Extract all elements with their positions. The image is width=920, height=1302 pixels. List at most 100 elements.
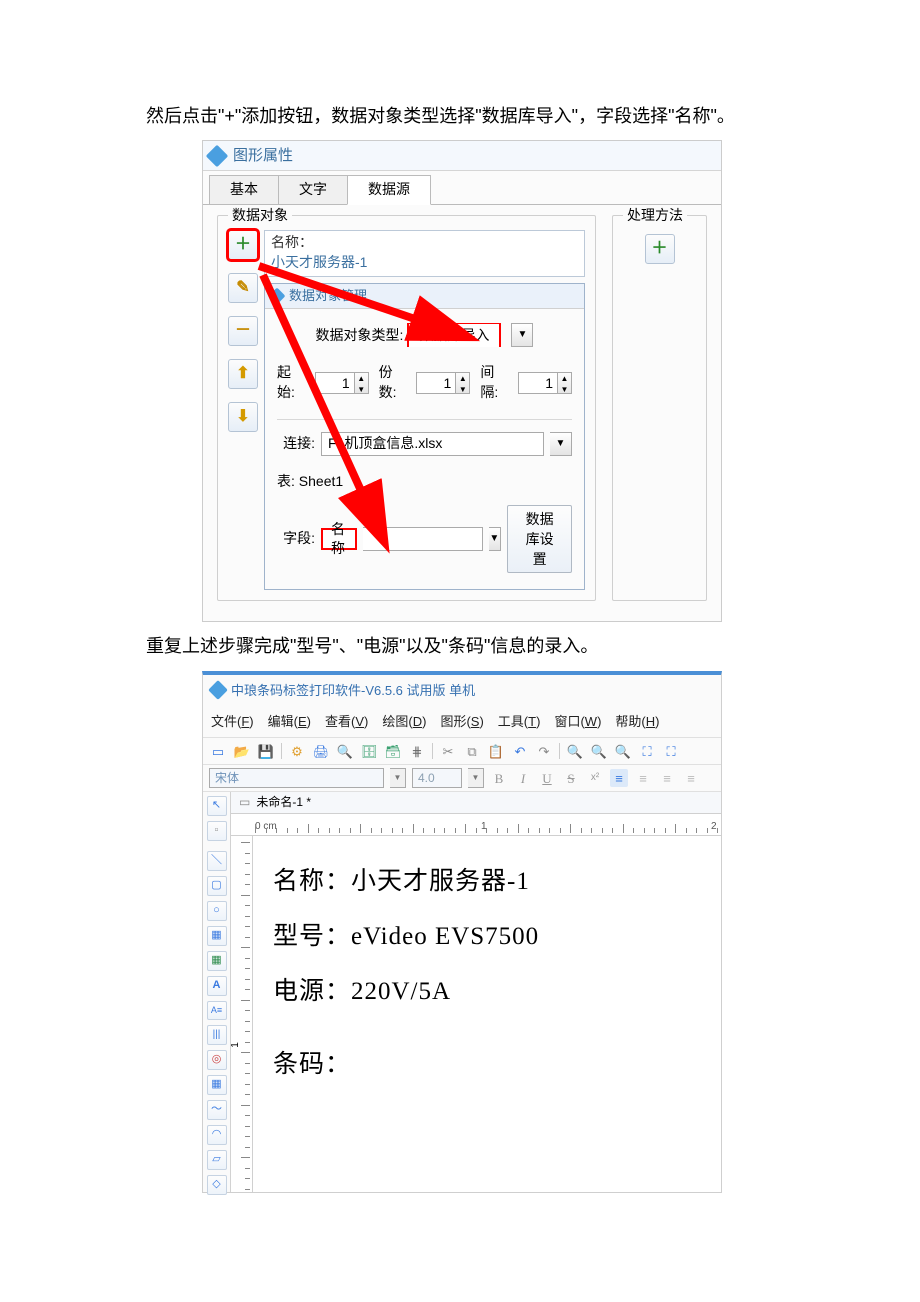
richtext-tool-icon[interactable]: A≡ <box>207 1001 227 1019</box>
bold-icon[interactable]: B <box>490 769 508 787</box>
menu-view[interactable]: 查看(V) <box>325 710 368 733</box>
edit-button[interactable]: ✎ <box>228 273 258 303</box>
process-add-button[interactable]: ＋ <box>645 234 675 264</box>
graphic-properties-dialog: 图形属性 基本 文字 数据源 数据对象 ＋ ✎ － ⬆ ⬇ 名称： 小天才服务器… <box>202 140 722 622</box>
menu-tool[interactable]: 工具(T) <box>498 710 541 733</box>
tab-datasource[interactable]: 数据源 <box>347 175 431 205</box>
align-center-icon[interactable]: ≡ <box>634 769 652 787</box>
align-left-icon[interactable]: ≡ <box>610 769 628 787</box>
superscript-icon[interactable]: x² <box>586 769 604 787</box>
canvas-text-name: 名称：小天才服务器-1 <box>273 854 701 909</box>
polygon-tool-icon[interactable]: ▱ <box>207 1150 227 1170</box>
paste-icon[interactable]: 📋 <box>487 742 505 760</box>
align-justify-icon[interactable]: ≡ <box>682 769 700 787</box>
move-up-button[interactable]: ⬆ <box>228 359 258 389</box>
underline-icon[interactable]: U <box>538 769 556 787</box>
field-dropdown-value[interactable]: 名称 <box>321 528 357 550</box>
save-icon[interactable]: 💾 <box>257 742 275 760</box>
interval-spinner[interactable]: ▲▼ <box>518 372 572 394</box>
copies-spinner[interactable]: ▲▼ <box>416 372 470 394</box>
connection-input[interactable]: F:\机顶盒信息.xlsx <box>321 432 544 456</box>
menubar: 文件(F) 编辑(E) 查看(V) 绘图(D) 图形(S) 工具(T) 窗口(W… <box>203 706 721 737</box>
tool-palette: ↖ ▫ ＼ ▢ ○ ▦ ▦ A A≡ ||| ◎ ▦ 〜 ◠ ▱ ◇ <box>203 792 231 1192</box>
menu-help[interactable]: 帮助(H) <box>615 710 659 733</box>
print-icon[interactable]: 🖨 <box>312 742 330 760</box>
delete-button[interactable]: － <box>228 316 258 346</box>
database-icon[interactable]: 🗄 <box>360 742 378 760</box>
curve-tool-icon[interactable]: 〜 <box>207 1100 227 1120</box>
barcode-tool-icon[interactable]: ||| <box>207 1025 227 1045</box>
star-tool-icon[interactable]: ◇ <box>207 1175 227 1195</box>
toolbar-font: 宋体 ▼ 4.0 ▼ B I U S x² ≡ ≡ ≡ ≡ <box>203 765 721 792</box>
name-value: 小天才服务器-1 <box>271 253 578 273</box>
type-dropdown-arrow[interactable]: ▼ <box>511 323 533 347</box>
connection-label: 连接: <box>277 434 315 454</box>
type-label: 数据对象类型: <box>316 326 404 346</box>
menu-edit[interactable]: 编辑(E) <box>268 710 311 733</box>
connection-dropdown-arrow[interactable]: ▼ <box>550 432 572 456</box>
cut-icon[interactable]: ✂ <box>439 742 457 760</box>
interval-label: 间隔: <box>480 363 508 402</box>
new-icon[interactable]: ▭ <box>209 742 227 760</box>
canvas-text-power: 电源：220V/5A <box>273 964 701 1019</box>
font-size-input[interactable]: 4.0 <box>412 768 462 788</box>
undo-icon[interactable]: ↶ <box>511 742 529 760</box>
db-settings-button[interactable]: 数据库设置 <box>507 505 572 573</box>
page-tool-icon[interactable]: ▫ <box>207 821 227 841</box>
picture-tool-icon[interactable]: ▦ <box>207 951 227 971</box>
field-dropdown-arrow[interactable]: ▼ <box>489 527 502 551</box>
add-button[interactable]: ＋ <box>228 230 258 260</box>
dialog-title: 图形属性 <box>233 145 293 166</box>
roundrect-tool-icon[interactable]: ▢ <box>207 876 227 896</box>
grid-icon[interactable]: ⋕ <box>408 742 426 760</box>
toolbar-main: ▭ 📂 💾 ⚙ 🖨 🔍 🗄 🗃 ⋕ ✂ ⧉ 📋 ↶ ↷ 🔍 🔍 🔍 ⛶ ⛶ <box>203 737 721 765</box>
fullscreen-icon[interactable]: ⛶ <box>638 742 656 760</box>
copy-icon[interactable]: ⧉ <box>463 742 481 760</box>
start-label: 起始: <box>277 363 305 402</box>
line-tool-icon[interactable]: ＼ <box>207 851 227 871</box>
export-icon[interactable]: 🗃 <box>384 742 402 760</box>
barcode-editor-window: 中琅条码标签打印软件-V6.5.6 试用版 单机 文件(F) 编辑(E) 查看(… <box>202 671 722 1194</box>
open-icon[interactable]: 📂 <box>233 742 251 760</box>
redo-icon[interactable]: ↷ <box>535 742 553 760</box>
strike-icon[interactable]: S <box>562 769 580 787</box>
image-tool-icon[interactable]: ▦ <box>207 926 227 946</box>
zoom-in-icon[interactable]: 🔍 <box>566 742 584 760</box>
italic-icon[interactable]: I <box>514 769 532 787</box>
groupbox-process-label: 处理方法 <box>623 206 687 226</box>
menu-draw[interactable]: 绘图(D) <box>382 710 426 733</box>
arc-tool-icon[interactable]: ◠ <box>207 1125 227 1145</box>
zoom-out-icon[interactable]: 🔍 <box>590 742 608 760</box>
field-label: 字段: <box>277 529 315 549</box>
gear-icon[interactable]: ⚙ <box>288 742 306 760</box>
menu-file[interactable]: 文件(F) <box>211 710 254 733</box>
font-name-arrow[interactable]: ▼ <box>390 768 406 788</box>
menu-graphic[interactable]: 图形(S) <box>440 710 483 733</box>
ruler-vertical: 1 <box>231 836 253 1192</box>
fullscreen2-icon[interactable]: ⛶ <box>662 742 680 760</box>
data-object-entry[interactable]: 名称： 小天才服务器-1 <box>264 230 585 277</box>
pointer-tool-icon[interactable]: ↖ <box>207 796 227 816</box>
table-tool-icon[interactable]: ▦ <box>207 1075 227 1095</box>
preview-icon[interactable]: 🔍 <box>336 742 354 760</box>
zoom-fit-icon[interactable]: 🔍 <box>614 742 632 760</box>
font-name-input[interactable]: 宋体 <box>209 768 384 788</box>
align-right-icon[interactable]: ≡ <box>658 769 676 787</box>
font-size-arrow[interactable]: ▼ <box>468 768 484 788</box>
qrcode-tool-icon[interactable]: ◎ <box>207 1050 227 1070</box>
canvas-text-barcode: 条码： <box>273 1037 701 1092</box>
start-spinner[interactable]: ▲▼ <box>315 372 369 394</box>
copies-label: 份数: <box>379 363 407 402</box>
tab-basic[interactable]: 基本 <box>209 175 279 205</box>
menu-window[interactable]: 窗口(W) <box>554 710 601 733</box>
instruction-paragraph1: 然后点击"+"添加按钮，数据对象类型选择"数据库导入"，字段选择"名称"。 <box>110 100 810 132</box>
canvas[interactable]: 名称：小天才服务器-1 型号：eVideo EVS7500 电源：220V/5A… <box>253 836 721 1192</box>
subdialog-title: 数据对象管理 <box>289 287 367 305</box>
document-tab[interactable]: 未命名-1 * <box>256 792 311 813</box>
text-tool-icon[interactable]: A <box>207 976 227 996</box>
document-icon: ▭ <box>239 792 250 813</box>
type-dropdown-value[interactable]: 数据库导入 <box>407 323 501 347</box>
tab-text[interactable]: 文字 <box>278 175 348 205</box>
move-down-button[interactable]: ⬇ <box>228 402 258 432</box>
ellipse-tool-icon[interactable]: ○ <box>207 901 227 921</box>
